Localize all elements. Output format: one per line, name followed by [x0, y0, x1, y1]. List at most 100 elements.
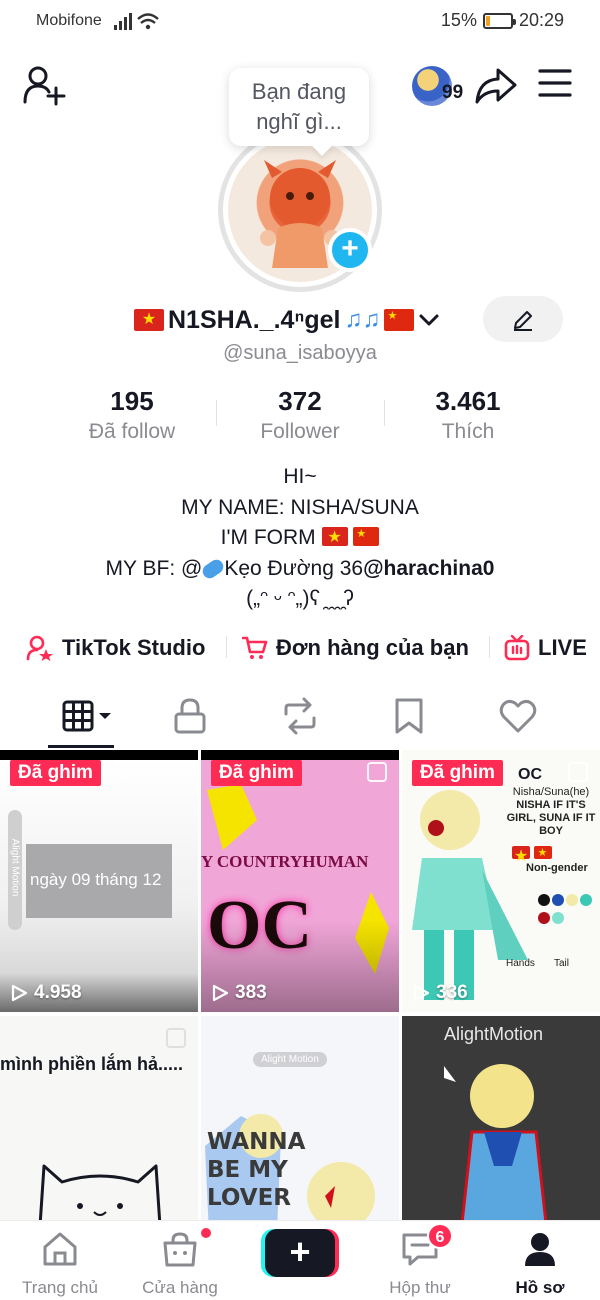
- edit-profile-button[interactable]: [483, 296, 563, 342]
- orders-link[interactable]: Đơn hàng của bạn: [242, 628, 469, 668]
- bio-line-4-prefix: MY BF: @: [105, 556, 203, 580]
- status-right: 15% 20:29: [441, 10, 564, 31]
- add-friend-icon[interactable]: [22, 66, 66, 106]
- stat-likes[interactable]: 3.461 Thích: [388, 384, 548, 446]
- yellow-shape: [207, 784, 257, 850]
- create-button[interactable]: +: [265, 1229, 335, 1277]
- watermark: AlightMotion: [444, 1024, 544, 1044]
- play-icon: [11, 984, 28, 1002]
- nav-inbox[interactable]: Hộp thư 6: [360, 1223, 480, 1298]
- watermark-pill: Alight Motion: [8, 810, 22, 930]
- stat-likes-value: 3.461: [435, 386, 501, 416]
- stat-followers-value: 372: [278, 386, 322, 416]
- tiktok-studio-label: TikTok Studio: [62, 635, 206, 660]
- share-icon[interactable]: [474, 66, 518, 106]
- tab-liked-heart-icon[interactable]: [498, 696, 538, 736]
- video-thumbnail[interactable]: mình phiền lắm hả.....: [0, 1016, 198, 1220]
- stat-divider: [216, 400, 217, 426]
- nav-shop[interactable]: Cửa hàng: [120, 1226, 240, 1298]
- profile-visitor-count[interactable]: 99: [442, 82, 463, 104]
- top-bar: [201, 750, 399, 760]
- tab-private-lock-icon[interactable]: [172, 696, 208, 736]
- battery-icon: [482, 12, 516, 29]
- oc-note: BOY: [539, 825, 563, 837]
- bio-line-4-text: Kẹo Đường 36: [224, 556, 364, 580]
- multi-photo-icon: [367, 762, 387, 782]
- live-link[interactable]: LIVE: [504, 628, 587, 668]
- stat-divider: [384, 400, 385, 426]
- stat-followers[interactable]: 372 Follower: [220, 384, 380, 446]
- china-flag-icon: [353, 527, 380, 546]
- oc-note: NISHA IF IT'S: [516, 799, 586, 811]
- china-flag-icon: [384, 309, 415, 331]
- stat-following[interactable]: 195 Đã follow: [52, 384, 212, 446]
- video-thumbnail[interactable]: Alight Motion WANNA BE MY LOVER: [201, 1016, 399, 1220]
- watermark: Alight Motion: [253, 1052, 327, 1067]
- tiktok-studio-link[interactable]: TikTok Studio: [26, 628, 205, 668]
- nav-profile[interactable]: Hồ sơ: [480, 1231, 600, 1298]
- video-thumbnail[interactable]: OC Nisha/Suna(he) NISHA IF IT'S GIRL, SU…: [402, 750, 600, 1012]
- vietnam-flag-icon: [512, 846, 530, 867]
- quick-links: TikTok Studio Đơn hàng của bạn LIVE: [0, 628, 600, 668]
- pinned-badge: Đã ghim: [211, 760, 302, 786]
- tab-reposts-icon[interactable]: [280, 696, 320, 736]
- stat-following-value: 195: [110, 386, 154, 416]
- bio: HI~ MY NAME: NISHA/SUNA I'M FORM MY BF: …: [0, 462, 600, 615]
- display-name-row[interactable]: N1SHA._.4ⁿgel ♫♫: [134, 302, 440, 338]
- profile-icon: [525, 1233, 555, 1266]
- multi-photo-icon: [166, 1028, 186, 1048]
- multi-photo-icon: [568, 762, 588, 782]
- link-divider: [489, 636, 490, 658]
- oc-notes: Nisha/Suna(he) NISHA IF IT'S GIRL, SUNA …: [502, 786, 600, 838]
- nav-home-label: Trang chủ: [22, 1278, 98, 1297]
- video-thumbnail[interactable]: AlightMotion: [402, 1016, 600, 1220]
- clock: 20:29: [518, 10, 564, 30]
- bio-line-3: I'M FORM: [0, 523, 600, 554]
- live-label: LIVE: [538, 635, 587, 660]
- battery-percent: 15%: [440, 10, 477, 30]
- tab-saved-bookmark-icon[interactable]: [392, 696, 426, 736]
- color-palette: [538, 886, 596, 932]
- oc-note: GIRL, SUNA IF IT: [506, 812, 596, 824]
- video-caption-box: ngày 09 tháng 12: [26, 844, 172, 918]
- play-icon: [212, 984, 229, 1002]
- view-count: 336: [412, 982, 468, 1004]
- add-story-button[interactable]: +: [328, 228, 372, 272]
- note-bubble[interactable]: Bạn đang nghĩ gì...: [229, 68, 369, 146]
- menu-icon[interactable]: [538, 68, 572, 98]
- creator-star-icon: [26, 635, 53, 661]
- stat-following-label: Đã follow: [88, 420, 176, 443]
- bio-line-2: MY NAME: NISHA/SUNA: [181, 495, 419, 519]
- music-notes-icon: ♫♫: [344, 306, 381, 333]
- bio-line-3-text: I'M FORM: [220, 526, 316, 549]
- active-tab-indicator: [48, 745, 114, 748]
- nav-home[interactable]: Trang chủ: [0, 1231, 120, 1298]
- play-icon: [413, 984, 430, 1002]
- candy-icon: [200, 556, 227, 581]
- video-thumbnail[interactable]: Y COUNTRYHUMAN OC Đã ghim 383: [201, 750, 399, 1012]
- status-bar: Mobifone 15% 20:29: [0, 0, 600, 42]
- bio-mention-link[interactable]: @harachina0: [363, 557, 494, 580]
- pinned-badge: Đã ghim: [412, 760, 503, 786]
- oc-note: Hands: [506, 958, 535, 969]
- pencil-icon: [514, 311, 532, 331]
- china-flag-icon: [534, 846, 553, 859]
- home-icon: [43, 1232, 77, 1266]
- content-tabs: [0, 688, 600, 748]
- view-count: 4.958: [10, 982, 82, 1004]
- note-bubble-line1: Bạn đang: [251, 79, 347, 104]
- carrier-name: Mobifone: [36, 12, 102, 29]
- video-caption: Y COUNTRYHUMAN: [201, 852, 369, 871]
- video-caption: ngày 09 tháng 12: [30, 870, 162, 889]
- signal-wifi-icon: [114, 13, 159, 30]
- oc-note: Nisha/Suna(he): [512, 786, 590, 798]
- stat-likes-label: Thích: [441, 420, 495, 443]
- video-caption: mình phiền lắm hả.....: [0, 1054, 184, 1074]
- video-thumbnail[interactable]: ngày 09 tháng 12 Alight Motion Đã ghim 4…: [0, 750, 198, 1012]
- notification-dot: [199, 1226, 213, 1240]
- tab-videos-grid-icon[interactable]: [62, 696, 112, 736]
- video-caption: OC: [518, 766, 542, 783]
- pinned-badge: Đã ghim: [10, 760, 101, 786]
- character-drawing: [444, 1064, 548, 1220]
- vietnam-flag-icon: [321, 527, 348, 548]
